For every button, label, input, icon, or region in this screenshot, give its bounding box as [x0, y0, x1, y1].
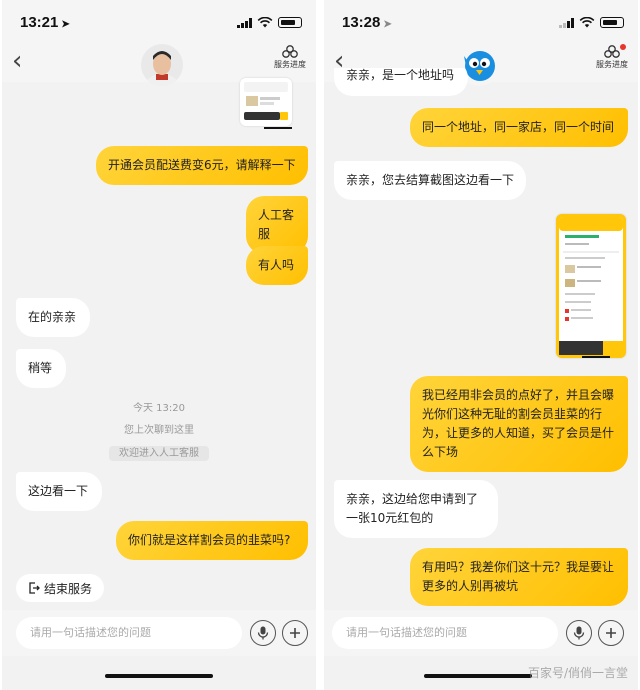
service-progress-button[interactable]: 服务进度 — [272, 44, 308, 70]
status-bar: 13:28 ➤ — [324, 0, 638, 44]
input-bar: 请用一句话描述您的问题 — [324, 610, 638, 656]
agent-message: 稍等 — [16, 349, 66, 388]
chat-header: ‹ 服务进度 — [2, 44, 316, 86]
service-progress-label: 服务进度 — [274, 60, 306, 69]
message-input[interactable]: 请用一句话描述您的问题 — [16, 617, 242, 649]
message-input[interactable]: 请用一句话描述您的问题 — [332, 617, 558, 649]
exit-icon — [29, 582, 40, 594]
agent-message: 这边看一下 — [16, 472, 102, 511]
user-message: 你们就是这样割会员的韭菜吗? — [116, 521, 308, 560]
signal-icon — [237, 17, 252, 28]
input-bar: 请用一句话描述您的问题 — [2, 610, 316, 656]
plus-icon — [606, 628, 616, 638]
battery-icon — [600, 17, 624, 28]
user-message: 有人吗 — [246, 246, 308, 285]
checkout-screenshot-thumbnail[interactable] — [556, 214, 626, 358]
service-progress-icon — [604, 45, 620, 58]
status-icons — [237, 17, 302, 28]
right-screenshot: 13:28 ➤ ‹ 服务进度 亲亲，是一个地址吗 同一个地址，同一家店，同一个时… — [324, 0, 638, 690]
user-message: 同一个地址，同一家店，同一个时间 — [410, 108, 628, 147]
last-read-note: 您上次聊到这里 — [124, 425, 194, 436]
home-indicator — [424, 674, 532, 678]
service-progress-button[interactable]: 服务进度 — [594, 44, 630, 70]
back-chevron-icon[interactable]: ‹ — [12, 48, 22, 74]
timestamp: 今天 13:20 — [133, 403, 185, 414]
status-icons — [559, 17, 624, 28]
add-button[interactable] — [598, 620, 624, 646]
wifi-icon — [579, 17, 595, 28]
thumbnail-home-indicator — [264, 127, 292, 129]
status-time: 13:21 ➤ — [20, 14, 70, 31]
agent-avatar — [141, 44, 183, 86]
agent-message: 在的亲亲 — [16, 298, 90, 337]
microphone-icon — [257, 626, 269, 640]
location-icon: ➤ — [61, 19, 70, 30]
agent-message: 亲亲，您去结算截图这边看一下 — [334, 161, 526, 200]
wifi-icon — [257, 17, 273, 28]
add-button[interactable] — [282, 620, 308, 646]
home-indicator — [105, 674, 213, 678]
end-service-button[interactable]: 结束服务 — [16, 574, 105, 602]
end-service-label: 结束服务 — [44, 581, 93, 596]
battery-icon — [278, 17, 302, 28]
entered-agent-note: 欢迎进入人工客服 — [2, 444, 316, 461]
service-progress-icon — [282, 45, 298, 58]
plus-icon — [290, 628, 300, 638]
status-time: 13:28 ➤ — [342, 14, 392, 31]
notification-dot — [620, 44, 626, 50]
agent-message: 亲亲，这边给您申请到了一张10元红包的 — [334, 480, 498, 538]
user-message: 我已经用非会员的点好了，并且会曝光你们这种无耻的割会员韭菜的行为，让更多的人知道… — [410, 376, 628, 472]
service-progress-label: 服务进度 — [596, 60, 628, 69]
voice-button[interactable] — [250, 620, 276, 646]
thumbnail-home-indicator — [582, 356, 610, 358]
left-screenshot: 13:21 ➤ ‹ 服务进度 开通会员配送费变6元，请解释一下 人工客服 有人吗… — [2, 0, 316, 690]
signal-icon — [559, 17, 574, 28]
status-bar: 13:21 ➤ — [2, 0, 316, 44]
microphone-icon — [573, 626, 585, 640]
user-message: 有用吗？我差你们这十元？我是要让更多的人别再被坑 — [410, 548, 628, 606]
watermark: 百家号/俏俏一言堂 — [527, 666, 628, 680]
voice-button[interactable] — [566, 620, 592, 646]
user-message: 开通会员配送费变6元，请解释一下 — [96, 146, 308, 185]
order-screenshot-thumbnail[interactable] — [240, 78, 292, 126]
location-icon: ➤ — [383, 19, 392, 30]
